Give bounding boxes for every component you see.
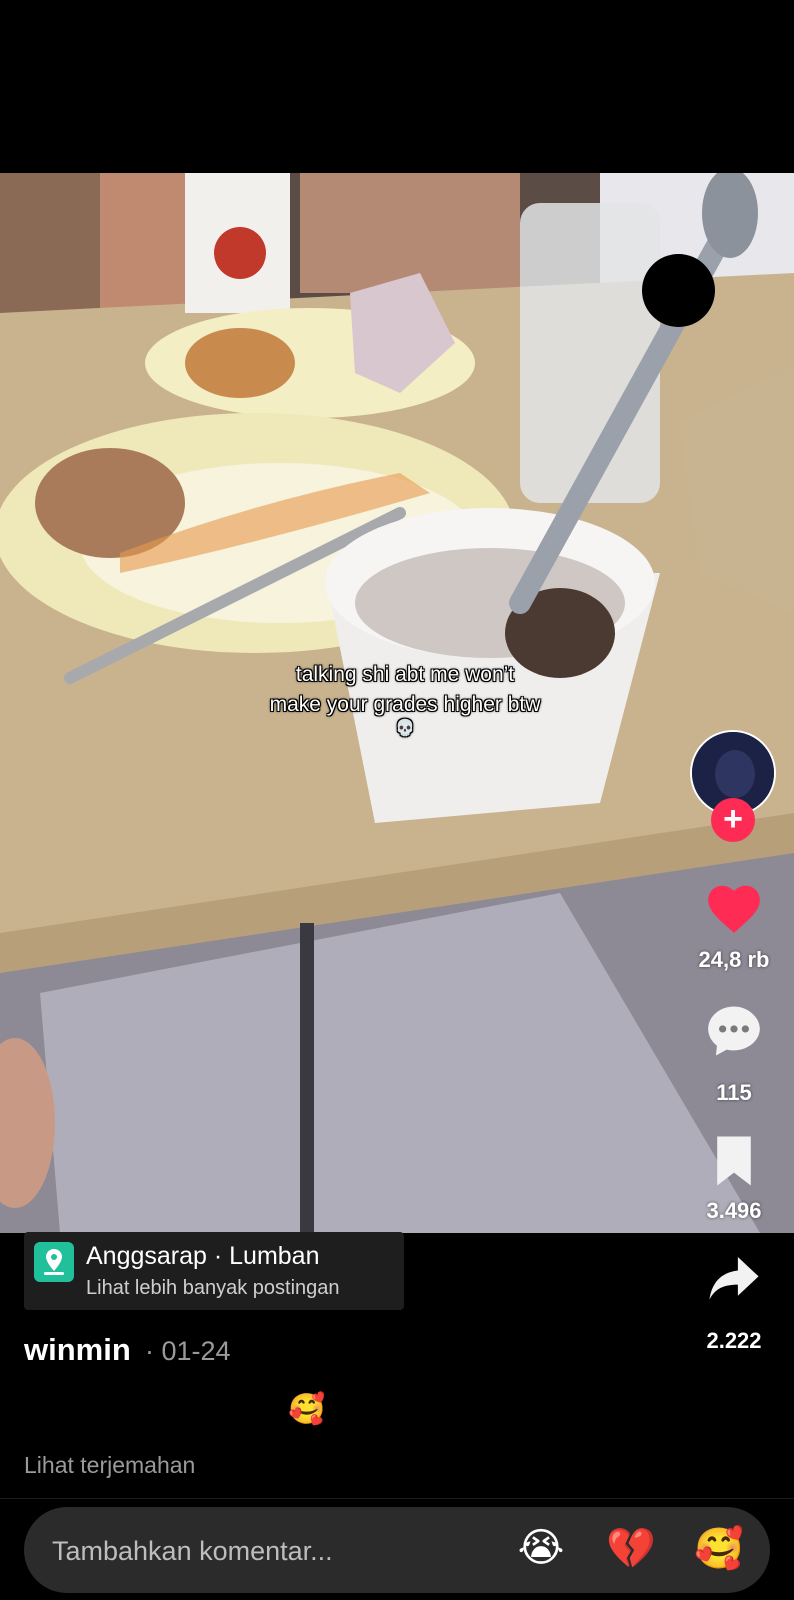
bookmark-count: 3.496 [706, 1198, 762, 1223]
emoji-smiling-hearts-button[interactable]: 🥰 [692, 1525, 746, 1572]
post-date: · 01-24 [145, 1336, 231, 1366]
video-caption: talking shi abt me won’t make your grade… [215, 660, 595, 738]
divider [0, 1498, 794, 1499]
follow-button[interactable]: + [711, 798, 755, 842]
like-count: 24,8 rb [698, 947, 770, 972]
comment-bar: 😭 💔 🥰 [24, 1507, 770, 1593]
see-translation-link[interactable]: Lihat terjemahan [24, 1452, 195, 1479]
location-pin-icon [34, 1242, 74, 1282]
post-description: 🥰 [288, 1393, 326, 1426]
share-arrow-icon [709, 1257, 759, 1300]
location-chip[interactable]: Anggsarap · Lumban Lihat lebih banyak po… [24, 1232, 404, 1310]
redaction-dot [642, 254, 715, 327]
bookmark-icon [717, 1136, 751, 1186]
location-title: Anggsarap · Lumban [86, 1242, 320, 1270]
comments-button[interactable] [703, 1000, 765, 1062]
share-count: 2.222 [706, 1328, 762, 1353]
comment-input[interactable] [50, 1529, 474, 1573]
caption-emoji: 💀 [395, 720, 415, 737]
location-subtitle: Lihat lebih banyak postingan [86, 1277, 340, 1299]
creator-username[interactable]: winmin [24, 1332, 131, 1368]
bookmark-button[interactable] [703, 1130, 765, 1192]
like-button[interactable] [703, 878, 765, 940]
share-button[interactable] [703, 1248, 765, 1310]
heart-icon [708, 885, 760, 934]
caption-line-2: make your grades higher btw [269, 693, 541, 716]
comment-count: 115 [716, 1080, 752, 1105]
caption-line-1: talking shi abt me won’t [295, 663, 515, 686]
comment-bubble-icon [708, 1006, 760, 1056]
emoji-crying-button[interactable]: 😭 [514, 1525, 568, 1571]
emoji-broken-heart-button[interactable]: 💔 [604, 1525, 658, 1572]
